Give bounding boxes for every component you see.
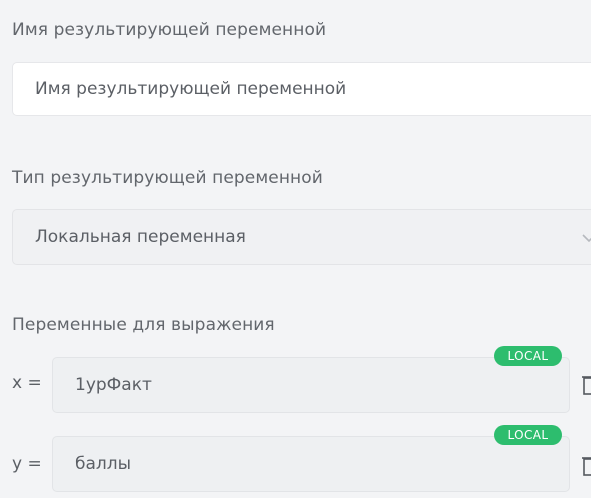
var-value-y-field[interactable]: баллы [52, 436, 570, 492]
result-name-input[interactable]: Имя результирующей переменной [12, 62, 591, 116]
local-badge: LOCAL [494, 425, 562, 445]
local-badge: LOCAL [494, 346, 562, 366]
result-name-label: Имя результирующей переменной [12, 20, 327, 40]
var-value-y: баллы [75, 454, 132, 474]
result-type-select[interactable]: Локальная переменная [12, 209, 591, 265]
chevron-down-icon [582, 234, 591, 243]
trash-icon[interactable] [582, 455, 591, 477]
result-type-value: Локальная переменная [35, 227, 246, 247]
result-name-placeholder: Имя результирующей переменной [35, 79, 347, 99]
var-name-y: y = [12, 454, 42, 474]
expression-vars-label: Переменные для выражения [12, 315, 275, 335]
result-type-label: Тип результирующей переменной [12, 168, 323, 188]
expression-settings-panel: Имя результирующей переменной Имя резуль… [0, 0, 591, 498]
var-value-x: 1урФакт [75, 375, 152, 395]
var-value-x-field[interactable]: 1урФакт [52, 357, 570, 413]
trash-icon[interactable] [582, 374, 591, 396]
var-name-x: x = [12, 373, 42, 393]
